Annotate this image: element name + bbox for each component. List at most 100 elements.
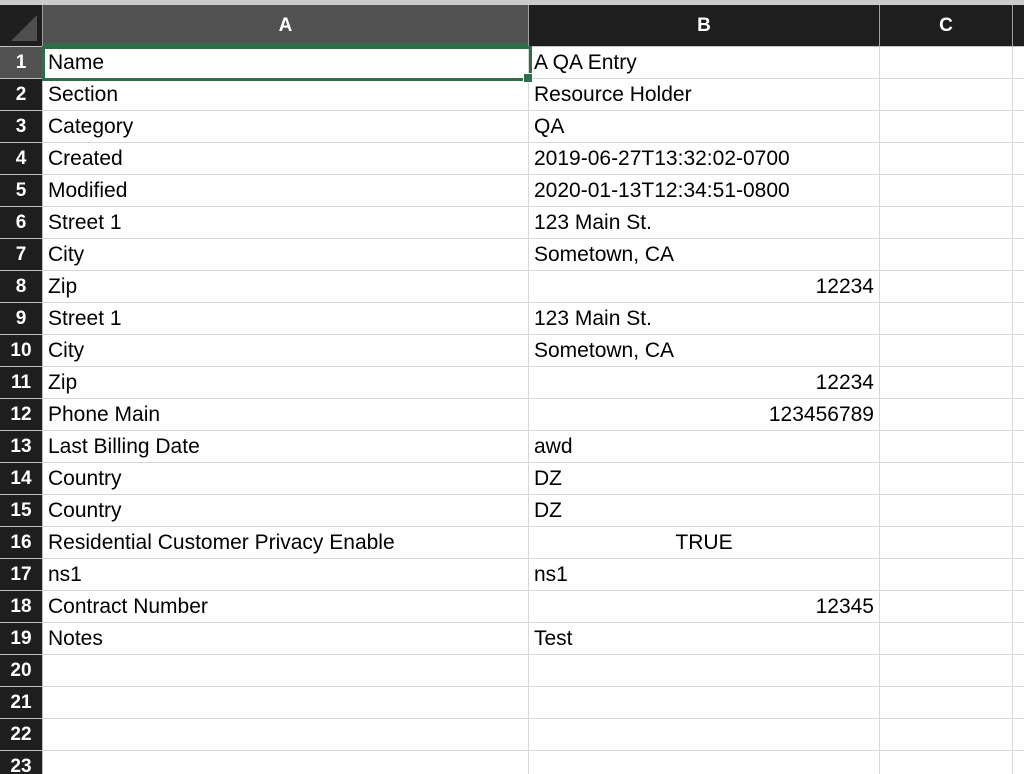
cell-A14[interactable]: Country (43, 463, 529, 495)
cell-C1[interactable] (880, 47, 1013, 79)
cell-C15[interactable] (880, 495, 1013, 527)
cell-C2[interactable] (880, 79, 1013, 111)
cell-C23[interactable] (880, 751, 1013, 774)
cell-A10[interactable]: City (43, 335, 529, 367)
cell-D8[interactable] (1013, 271, 1024, 303)
cell-C12[interactable] (880, 399, 1013, 431)
cell-D6[interactable] (1013, 207, 1024, 239)
row-header-18[interactable]: 18 (0, 591, 43, 623)
cell-D3[interactable] (1013, 111, 1024, 143)
cell-D17[interactable] (1013, 559, 1024, 591)
cell-C5[interactable] (880, 175, 1013, 207)
cell-D23[interactable] (1013, 751, 1024, 774)
cell-B19[interactable]: Test (529, 623, 880, 655)
cell-B15[interactable]: DZ (529, 495, 880, 527)
row-header-4[interactable]: 4 (0, 143, 43, 175)
column-header-A[interactable]: A (43, 5, 529, 47)
row-header-9[interactable]: 9 (0, 303, 43, 335)
cell-C22[interactable] (880, 719, 1013, 751)
cell-B11[interactable]: 12234 (529, 367, 880, 399)
cell-D10[interactable] (1013, 335, 1024, 367)
cell-C7[interactable] (880, 239, 1013, 271)
column-header-D-partial[interactable] (1013, 5, 1024, 47)
cell-B21[interactable] (529, 687, 880, 719)
cell-D16[interactable] (1013, 527, 1024, 559)
cell-B3[interactable]: QA (529, 111, 880, 143)
cell-A8[interactable]: Zip (43, 271, 529, 303)
cell-D19[interactable] (1013, 623, 1024, 655)
row-header-23[interactable]: 23 (0, 751, 43, 774)
cell-C18[interactable] (880, 591, 1013, 623)
cell-A16[interactable]: Residential Customer Privacy Enable (43, 527, 529, 559)
cell-B7[interactable]: Sometown, CA (529, 239, 880, 271)
row-header-14[interactable]: 14 (0, 463, 43, 495)
cell-A2[interactable]: Section (43, 79, 529, 111)
cell-A11[interactable]: Zip (43, 367, 529, 399)
cell-B13[interactable]: awd (529, 431, 880, 463)
cell-D13[interactable] (1013, 431, 1024, 463)
cell-B1[interactable]: A QA Entry (529, 47, 880, 79)
cell-D21[interactable] (1013, 687, 1024, 719)
select-all-button[interactable] (0, 5, 43, 47)
cell-D2[interactable] (1013, 79, 1024, 111)
cell-A4[interactable]: Created (43, 143, 529, 175)
row-header-12[interactable]: 12 (0, 399, 43, 431)
row-header-5[interactable]: 5 (0, 175, 43, 207)
cell-A17[interactable]: ns1 (43, 559, 529, 591)
cell-C20[interactable] (880, 655, 1013, 687)
row-header-6[interactable]: 6 (0, 207, 43, 239)
cell-C17[interactable] (880, 559, 1013, 591)
cell-A22[interactable] (43, 719, 529, 751)
cell-A7[interactable]: City (43, 239, 529, 271)
cell-D14[interactable] (1013, 463, 1024, 495)
cell-C3[interactable] (880, 111, 1013, 143)
cell-D18[interactable] (1013, 591, 1024, 623)
cell-A13[interactable]: Last Billing Date (43, 431, 529, 463)
row-header-22[interactable]: 22 (0, 719, 43, 751)
row-header-8[interactable]: 8 (0, 271, 43, 303)
cell-B4[interactable]: 2019-06-27T13:32:02-0700 (529, 143, 880, 175)
column-header-C[interactable]: C (880, 5, 1013, 47)
cell-D12[interactable] (1013, 399, 1024, 431)
cell-A12[interactable]: Phone Main (43, 399, 529, 431)
cell-D7[interactable] (1013, 239, 1024, 271)
cell-D20[interactable] (1013, 655, 1024, 687)
cell-A21[interactable] (43, 687, 529, 719)
row-header-13[interactable]: 13 (0, 431, 43, 463)
row-header-7[interactable]: 7 (0, 239, 43, 271)
cell-C21[interactable] (880, 687, 1013, 719)
cell-B22[interactable] (529, 719, 880, 751)
cell-B10[interactable]: Sometown, CA (529, 335, 880, 367)
cell-B18[interactable]: 12345 (529, 591, 880, 623)
row-header-17[interactable]: 17 (0, 559, 43, 591)
fill-handle[interactable] (523, 73, 533, 83)
cell-C14[interactable] (880, 463, 1013, 495)
row-header-15[interactable]: 15 (0, 495, 43, 527)
cell-A1[interactable]: Name (43, 47, 529, 79)
cell-B16[interactable]: TRUE (529, 527, 880, 559)
cell-B8[interactable]: 12234 (529, 271, 880, 303)
cell-B12[interactable]: 123456789 (529, 399, 880, 431)
cell-A18[interactable]: Contract Number (43, 591, 529, 623)
cell-C4[interactable] (880, 143, 1013, 175)
cell-D9[interactable] (1013, 303, 1024, 335)
cell-B20[interactable] (529, 655, 880, 687)
cell-A23[interactable] (43, 751, 529, 774)
cell-A3[interactable]: Category (43, 111, 529, 143)
cell-D22[interactable] (1013, 719, 1024, 751)
cell-A5[interactable]: Modified (43, 175, 529, 207)
row-header-1[interactable]: 1 (0, 47, 43, 79)
cell-A15[interactable]: Country (43, 495, 529, 527)
cell-B17[interactable]: ns1 (529, 559, 880, 591)
cell-D15[interactable] (1013, 495, 1024, 527)
row-header-16[interactable]: 16 (0, 527, 43, 559)
row-header-10[interactable]: 10 (0, 335, 43, 367)
cell-C11[interactable] (880, 367, 1013, 399)
cell-D5[interactable] (1013, 175, 1024, 207)
cell-C13[interactable] (880, 431, 1013, 463)
cell-A6[interactable]: Street 1 (43, 207, 529, 239)
row-header-19[interactable]: 19 (0, 623, 43, 655)
cell-D11[interactable] (1013, 367, 1024, 399)
cell-C9[interactable] (880, 303, 1013, 335)
cell-C6[interactable] (880, 207, 1013, 239)
